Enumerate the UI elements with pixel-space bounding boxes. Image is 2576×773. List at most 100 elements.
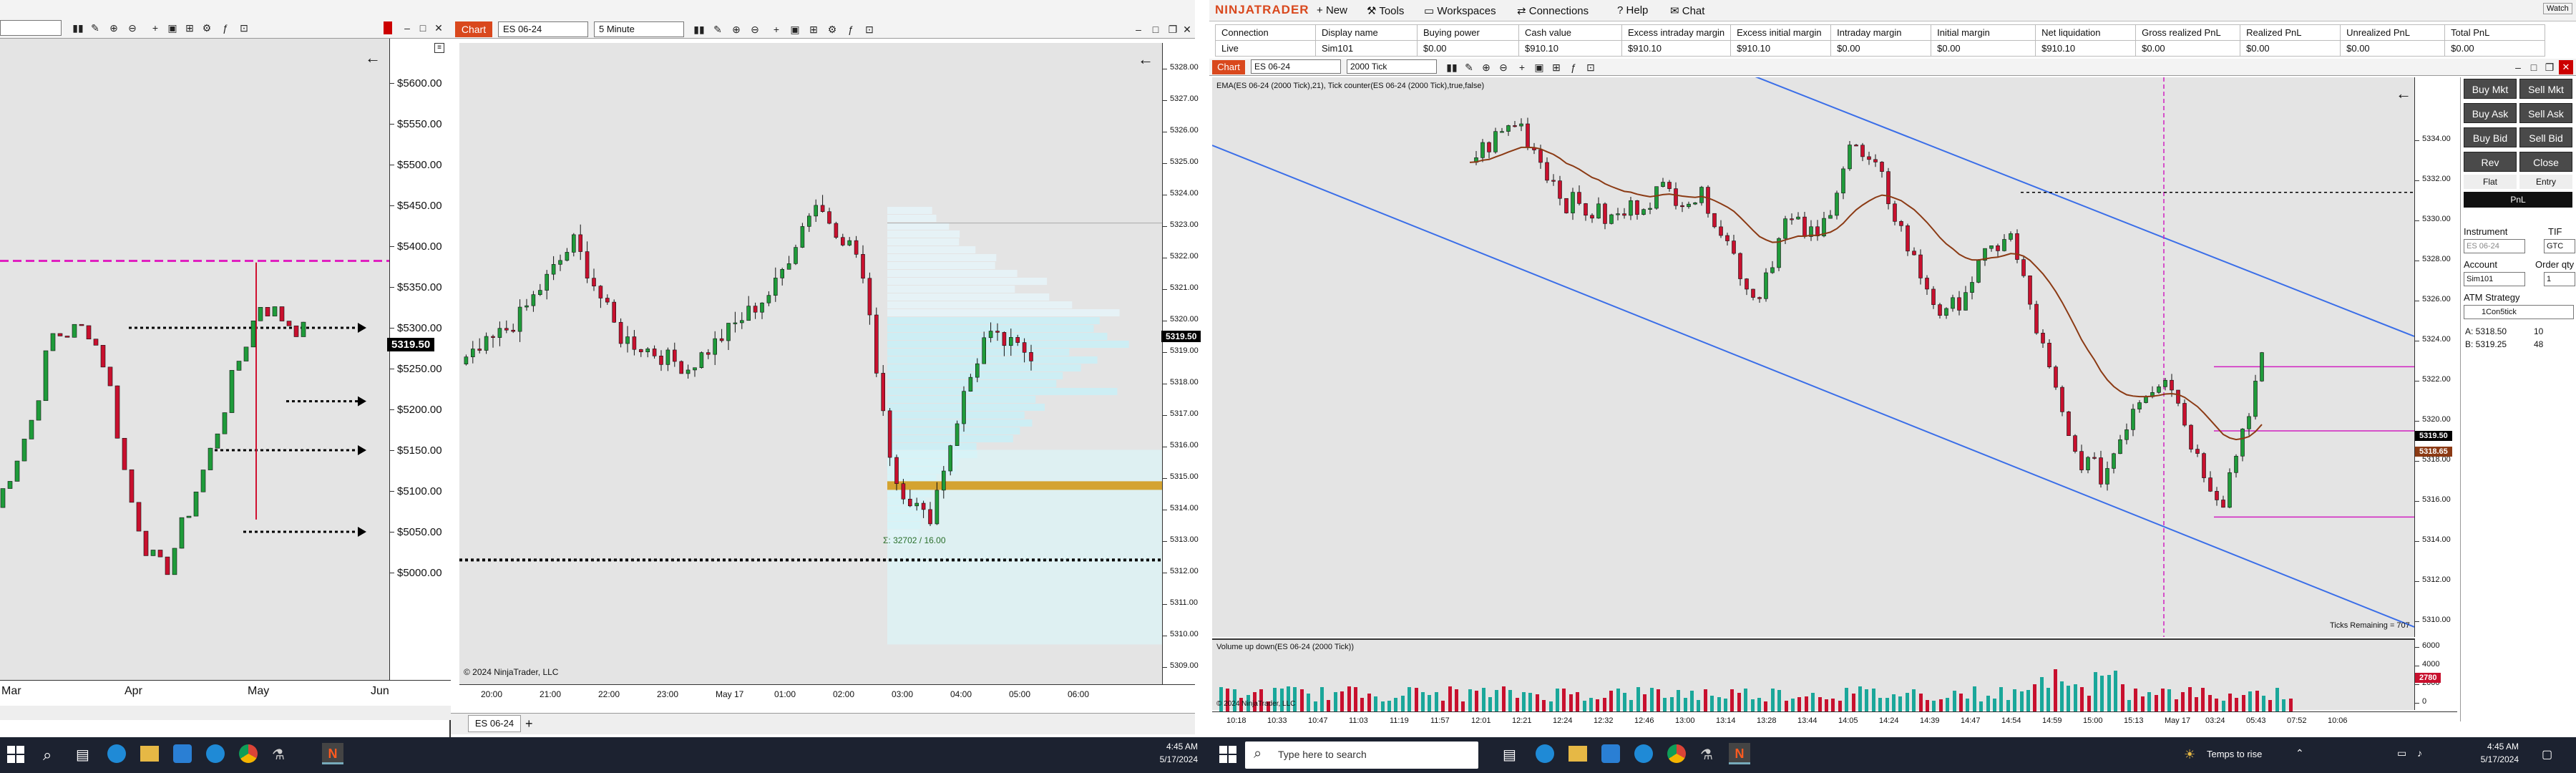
zoom-in-icon[interactable]: ⊕ [107, 21, 120, 34]
chart-tab[interactable]: Chart [1212, 60, 1245, 74]
watch-button[interactable]: Watch [2543, 3, 2572, 14]
properties-icon[interactable]: ⚙ [826, 23, 839, 36]
chrome-icon[interactable] [239, 744, 258, 763]
task-view-icon[interactable]: ▤ [1503, 746, 1516, 764]
restore-icon[interactable]: ❐ [1166, 23, 1179, 36]
mid-price-chart[interactable]: ← Σ: 32702 / 16.00 © 2024 NinjaTrader, L… [459, 43, 1162, 684]
app-icon[interactable]: ⚗ [1700, 746, 1713, 764]
menu-chat[interactable]: ✉ Chat [1670, 4, 1704, 17]
indicators-icon[interactable]: ƒ [219, 21, 232, 34]
bar-type-icon[interactable]: ▮▮ [693, 23, 706, 36]
volume-icon[interactable]: ♪ [2417, 747, 2422, 759]
account-column-header[interactable]: Cash value [1518, 24, 1622, 41]
order-button-sell-ask[interactable]: Sell Ask [2519, 103, 2572, 123]
bar-type-icon[interactable]: ▮▮ [72, 21, 84, 34]
properties-icon[interactable]: ⚙ [200, 21, 213, 34]
minimize-icon[interactable]: – [401, 21, 414, 34]
left-price-chart[interactable]: ← [0, 39, 389, 680]
left-price-axis[interactable]: $5600.00 $5550.00 $5500.00 $5450.00 $5400.00… [387, 39, 451, 680]
restore-icon[interactable]: ❐ [2543, 61, 2556, 74]
account-column-header[interactable]: Net liquidation [2035, 24, 2137, 41]
interval-select[interactable]: 2000 Tick [1347, 59, 1437, 74]
data-box-icon[interactable]: ⊞ [183, 21, 196, 34]
edge-icon[interactable] [107, 744, 126, 763]
search-icon[interactable]: ⌕ [43, 746, 52, 764]
chart-tab[interactable]: Chart [455, 21, 492, 37]
account-cell[interactable]: $0.00 [2135, 40, 2241, 57]
account-column-header[interactable]: Realized PnL [2240, 24, 2341, 41]
data-box-icon[interactable]: ⊞ [807, 23, 820, 36]
maximize-icon[interactable]: □ [416, 21, 429, 34]
store-icon[interactable] [1601, 744, 1620, 763]
file-explorer-icon[interactable] [140, 746, 159, 762]
snapshot-icon[interactable]: ▣ [166, 21, 179, 34]
close-icon[interactable]: ✕ [1181, 23, 1194, 36]
order-button-sell-bid[interactable]: Sell Bid [2519, 127, 2572, 147]
menu-connections[interactable]: ⇄ Connections [1517, 4, 1589, 17]
order-button-sell-mkt[interactable]: Sell Mkt [2519, 79, 2572, 99]
draw-tool-icon[interactable]: ✎ [711, 23, 724, 36]
account-cell[interactable]: $0.00 [1931, 40, 2036, 57]
edge-icon[interactable] [1536, 744, 1554, 763]
account-cell[interactable]: $0.00 [2444, 40, 2546, 57]
account-cell[interactable]: $0.00 [2340, 40, 2446, 57]
account-column-header[interactable]: Excess intraday margin [1621, 24, 1732, 41]
back-arrow-icon[interactable]: ← [1138, 50, 1153, 69]
chart-tab-es[interactable]: ES 06-24 [468, 715, 521, 732]
edge-beta-icon[interactable] [1634, 744, 1653, 763]
account-cell[interactable]: $910.10 [1621, 40, 1732, 57]
notifications-icon[interactable]: ▢ [2542, 747, 2552, 762]
account-cell[interactable]: $0.00 [2240, 40, 2341, 57]
snapshot-icon[interactable]: ▣ [1533, 61, 1546, 74]
account-cell[interactable]: $910.10 [1730, 40, 1832, 57]
back-arrow-icon[interactable]: ← [365, 49, 381, 67]
account-column-header[interactable]: Initial margin [1931, 24, 2036, 41]
maximize-icon[interactable]: □ [2527, 61, 2540, 74]
account-select[interactable]: Sim101 [2464, 272, 2525, 286]
strategies-icon[interactable]: ⊡ [238, 21, 250, 34]
store-icon[interactable] [173, 744, 192, 763]
crosshair-icon[interactable]: + [149, 21, 162, 34]
draw-tool-icon[interactable]: ✎ [1463, 61, 1475, 74]
zoom-out-icon[interactable]: ⊖ [1497, 61, 1510, 74]
windows-start-icon[interactable] [1219, 746, 1236, 763]
file-explorer-icon[interactable] [1568, 746, 1587, 762]
order-button-rev[interactable]: Rev [2464, 152, 2517, 172]
account-column-header[interactable]: Gross realized PnL [2135, 24, 2241, 41]
tif-select[interactable]: GTC [2544, 239, 2575, 253]
mid-price-axis[interactable]: 5328.00 5327.00 5326.00 5325.00 5324.00 5323.… [1161, 43, 1201, 684]
close-icon[interactable]: ✕ [2559, 60, 2573, 74]
account-column-header[interactable]: Display name [1315, 24, 1418, 41]
link-color-icon[interactable] [384, 21, 392, 34]
menu-tools[interactable]: ⚒ Tools [1367, 4, 1404, 17]
account-cell[interactable]: $910.10 [2035, 40, 2137, 57]
atm-select[interactable]: 1Con5tick [2464, 305, 2574, 319]
taskbar-search-box[interactable]: ⌕ Type here to search [1245, 742, 1478, 769]
network-icon[interactable]: ▭ [2397, 747, 2406, 759]
account-cell[interactable]: $0.00 [1417, 40, 1519, 57]
menu-new[interactable]: + New [1317, 4, 1347, 16]
volume-panel[interactable]: Volume up down(ES 06-24 (2000 Tick)) © 2… [1212, 638, 2414, 711]
axis-settings-icon[interactable]: ≡ [434, 43, 444, 53]
minimize-icon[interactable]: – [2512, 61, 2524, 74]
bar-type-icon[interactable]: ▮▮ [1445, 61, 1458, 74]
task-view-icon[interactable]: ▤ [76, 746, 89, 764]
minimize-icon[interactable]: – [1132, 23, 1145, 36]
order-button-buy-bid[interactable]: Buy Bid [2464, 127, 2517, 147]
main-price-chart[interactable]: EMA(ES 06-24 (2000 Tick),21), Tick count… [1212, 77, 2414, 637]
indicators-icon[interactable]: ƒ [1567, 61, 1580, 74]
account-cell[interactable]: $0.00 [1830, 40, 1932, 57]
ninjatrader-taskbar-icon[interactable]: N [322, 743, 343, 764]
instrument-select[interactable]: ES 06-24 [498, 21, 588, 37]
zoom-out-icon[interactable]: ⊖ [126, 21, 139, 34]
instrument-select[interactable]: ES 06-24 [1251, 59, 1341, 74]
account-cell[interactable]: Live [1215, 40, 1316, 57]
crosshair-icon[interactable]: + [1516, 61, 1528, 74]
account-column-header[interactable]: Connection [1215, 24, 1316, 41]
indicators-icon[interactable]: ƒ [844, 23, 857, 36]
crosshair-icon[interactable]: + [770, 23, 783, 36]
weather-text[interactable]: Temps to rise [2207, 749, 2262, 759]
account-cell[interactable]: $910.10 [1518, 40, 1622, 57]
windows-start-icon[interactable] [7, 746, 24, 763]
account-column-header[interactable]: Excess initial margin [1730, 24, 1832, 41]
